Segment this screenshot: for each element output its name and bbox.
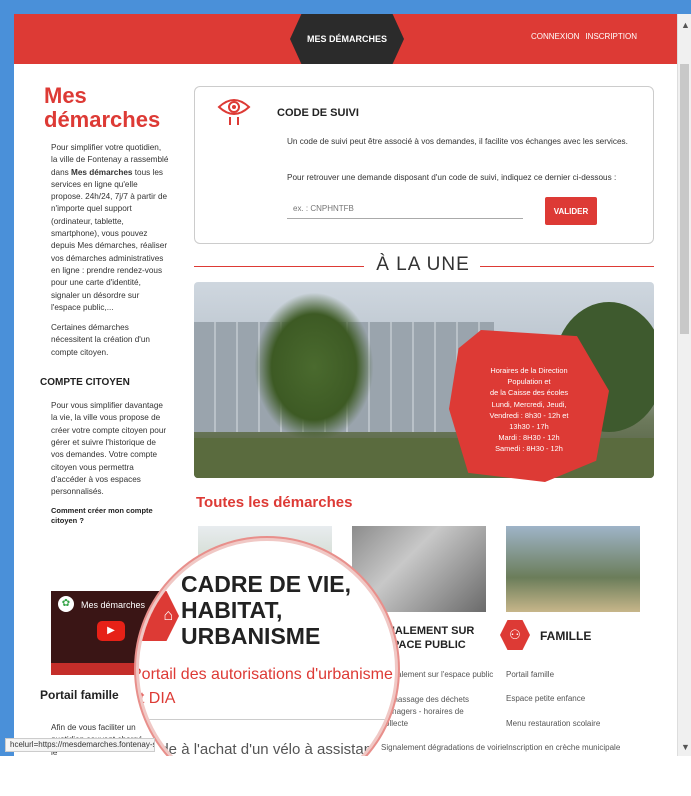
divider-line (194, 266, 364, 267)
mes-demarches-tab[interactable]: MES DÉMARCHES (290, 14, 404, 64)
logo-icon: ✿ (58, 596, 74, 612)
hours-line: 13h30 - 17h (509, 422, 549, 432)
play-button-icon[interactable]: ▶ (97, 621, 125, 641)
code-suivi-description: Un code de suivi peut être associé à vos… (287, 137, 628, 146)
building-icon: ⌂ (139, 591, 179, 641)
a-la-une-heading: À LA UNE (194, 254, 654, 278)
scrollbar-thumb[interactable] (680, 64, 689, 334)
hours-line: Population et (507, 377, 551, 387)
code-suivi-title: CODE DE SUIVI (277, 107, 359, 119)
portail-famille-link[interactable]: Portail famille (506, 670, 554, 679)
plant-shape (254, 292, 374, 442)
sidebar-intro: Pour simplifier votre quotidien, la vill… (51, 143, 169, 312)
opening-hours-badge: Horaires de la Direction Population et d… (449, 330, 609, 482)
blank-area (0, 756, 691, 796)
urbanisme-link[interactable]: Portail des autorisations d'urbanisme et… (139, 663, 395, 711)
valider-button[interactable]: VALIDER (545, 197, 597, 225)
portail-famille-title: Portail famille (40, 688, 119, 702)
cadre-de-vie-title: CADRE DE VIE, HABITAT, URBANISME (181, 571, 351, 649)
hours-line: Samedi : 8H30 - 12h (495, 444, 563, 454)
a-la-une-title: À LA UNE (376, 254, 470, 275)
scroll-down-icon[interactable]: ▼ (681, 742, 690, 752)
connexion-link[interactable]: CONNEXION (531, 32, 579, 41)
account-links: CONNEXION INSCRIPTION (531, 32, 637, 41)
petite-enfance-link[interactable]: Espace petite enfance (506, 694, 585, 703)
create-account-link[interactable]: Comment créer mon compte citoyen ? (51, 506, 169, 526)
hours-line: de la Caisse des écoles (489, 388, 569, 398)
dechets-link[interactable]: Ramassage des déchets ménagers - horaire… (381, 694, 491, 730)
hours-line: Lundi, Mercredi, Jeudi, (491, 399, 567, 409)
hours-line: Mardi : 8H30 - 12h (498, 433, 560, 443)
family-icon: ⚇ (500, 620, 530, 650)
sidebar: Mes démarches Pour simplifier votre quot… (28, 84, 168, 526)
code-suivi-box: CODE DE SUIVI Un code de suivi peut être… (194, 86, 654, 244)
divider (139, 719, 395, 720)
divider-line (480, 266, 654, 267)
inscription-creche-link[interactable]: Inscription en crèche municipale (506, 743, 620, 752)
top-navigation-bar: MES DÉMARCHES CONNEXION INSCRIPTION (14, 14, 677, 64)
menu-restauration-link[interactable]: Menu restauration scolaire (506, 719, 600, 728)
hours-line: Vendredi : 8h30 - 12h et (489, 410, 569, 420)
code-suivi-input[interactable] (287, 199, 523, 219)
code-suivi-instruction: Pour retrouver une demande disposant d'u… (287, 173, 617, 182)
toutes-les-demarches-title: Toutes les démarches (196, 494, 353, 511)
compte-citoyen-title: COMPTE CITOYEN (40, 377, 130, 389)
window-frame-left (0, 0, 14, 760)
sidebar-note: Certaines démarches nécessitent la créat… (51, 323, 150, 357)
video-title: Mes démarches (81, 600, 146, 610)
famille-image[interactable] (506, 526, 640, 612)
window-frame-top (0, 0, 691, 14)
scroll-up-icon[interactable]: ▲ (681, 20, 690, 30)
voirie-link[interactable]: Signalement dégradations de voirie (381, 743, 506, 752)
hours-line: Horaires de la Direction (490, 366, 568, 375)
eye-icon (217, 99, 251, 125)
vertical-scrollbar[interactable]: ▲ ▼ (677, 14, 691, 756)
inscription-link[interactable]: INSCRIPTION (585, 32, 637, 41)
status-bar-url: hcelurl=https://mesdemarches.fontenay-so… (5, 738, 155, 752)
compte-citoyen-text: Pour vous simplifier davantage la vie, l… (51, 401, 167, 497)
famille-title: FAMILLE (540, 629, 592, 643)
sidebar-title: Mes démarches (44, 83, 161, 132)
